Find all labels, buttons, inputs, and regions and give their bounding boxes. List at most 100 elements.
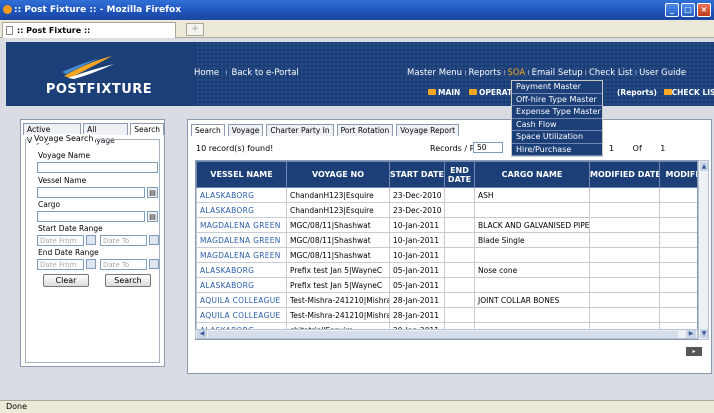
calendar-icon[interactable]: [149, 235, 159, 245]
close-button[interactable]: ×: [697, 3, 711, 17]
horizontal-scrollbar[interactable]: ◀ ▶: [195, 329, 698, 339]
table-cell[interactable]: ALASKABORG: [196, 202, 287, 218]
scroll-left-icon[interactable]: ◀: [197, 330, 207, 338]
nav-email-setup[interactable]: Email Setup: [532, 68, 583, 78]
scroll-thumb[interactable]: [208, 331, 678, 338]
table-cell[interactable]: MAGDALENA GREEN: [196, 232, 287, 248]
voyage-name-input[interactable]: [37, 162, 158, 173]
table-cell: [444, 202, 475, 218]
table-cell: [444, 262, 475, 278]
table-cell: [659, 187, 697, 203]
vessel-name-input[interactable]: [37, 187, 145, 198]
table-cell: [659, 232, 697, 248]
table-row[interactable]: MAGDALENA GREEN MGC/08/11|Shashwat 10-Jan-…: [196, 247, 697, 263]
cargo-lookup-icon[interactable]: ▤: [147, 211, 158, 222]
column-header[interactable]: START DATE: [389, 161, 445, 188]
table-cell[interactable]: ALASKABORG: [196, 187, 287, 203]
minimize-button[interactable]: _: [665, 3, 679, 17]
tab-charter-party-in[interactable]: Charter Party In: [266, 124, 334, 136]
page-total: Of 1: [632, 144, 666, 153]
records-per-page-select[interactable]: 50: [473, 142, 503, 153]
cargo-label: Cargo: [38, 200, 61, 209]
menu-item-cash-flow[interactable]: Cash Flow: [512, 119, 602, 131]
start-date-from-input[interactable]: Date From: [37, 235, 84, 246]
table-cell[interactable]: ALASKABORG: [196, 262, 287, 278]
table-cell: [444, 277, 475, 293]
calendar-icon[interactable]: [149, 259, 159, 269]
column-header[interactable]: MODIFIED: [659, 161, 697, 188]
table-row[interactable]: AQUILA COLLEAGUE Test-Mishra-241210|Mishr…: [196, 307, 697, 323]
calendar-icon[interactable]: [86, 235, 96, 245]
end-date-to-input[interactable]: Date To: [100, 259, 147, 270]
browser-tab[interactable]: :: Post Fixture ::: [2, 22, 176, 38]
new-tab-button[interactable]: +: [186, 23, 204, 36]
table-row[interactable]: AQUILA COLLEAGUE Test-Mishra-241210|Mishr…: [196, 292, 697, 308]
page-current: 1: [609, 144, 615, 153]
table-row[interactable]: ALASKABORG Prefix test Jan 5|WayneC 05-Jan…: [196, 262, 697, 278]
subnav-reports[interactable]: (Reports): [617, 88, 657, 97]
tab-port-rotation[interactable]: Port Rotation: [336, 124, 394, 136]
vertical-scrollbar[interactable]: ▲ ▼: [698, 160, 709, 340]
start-date-to-input[interactable]: Date To: [100, 235, 147, 246]
table-cell[interactable]: AQUILA COLLEAGUE: [196, 292, 287, 308]
tab-voyage[interactable]: Voyage: [227, 124, 264, 136]
table-cell: Prefix test Jan 5|WayneC: [286, 277, 390, 293]
maximize-button[interactable]: □: [681, 3, 695, 17]
table-cell[interactable]: AQUILA COLLEAGUE: [196, 307, 287, 323]
table-cell[interactable]: MAGDALENA GREEN: [196, 247, 287, 263]
column-header[interactable]: MODIFIED DATE: [589, 161, 660, 188]
nav-reports[interactable]: Reports: [468, 68, 501, 78]
firefox-icon: [3, 5, 12, 14]
menu-item-offhire-type-master[interactable]: Off-hire Type Master: [512, 94, 602, 106]
column-header[interactable]: VESSEL NAME: [196, 161, 287, 188]
subnav-operations[interactable]: OPERAT: [479, 88, 512, 97]
table-cell: [659, 217, 697, 233]
calendar-icon[interactable]: [86, 259, 96, 269]
table-row[interactable]: MAGDALENA GREEN MGC/08/11|Shashwat 10-Jan-…: [196, 217, 697, 233]
table-row[interactable]: ALASKABORG Prefix test Jan 5|WayneC 05-Jan…: [196, 277, 697, 293]
column-header[interactable]: VOYAGE NO: [286, 161, 390, 188]
menu-item-payment-master[interactable]: Payment Master: [512, 81, 602, 94]
table-cell: [444, 247, 475, 263]
table-cell: Blade Single: [474, 232, 590, 248]
table-cell: [659, 307, 697, 323]
nav-home[interactable]: Home: [194, 68, 219, 78]
subnav-main[interactable]: MAIN: [438, 88, 460, 97]
search-button[interactable]: Search: [105, 274, 151, 287]
menu-item-space-utilization[interactable]: Space Utilization: [512, 131, 602, 144]
table-row[interactable]: ALASKABORG ChandanH123|Esquire 23-Dec-2010…: [196, 187, 697, 203]
tab-voyage-report[interactable]: Voyage Report: [396, 124, 460, 136]
scroll-right-icon[interactable]: ▶: [686, 330, 696, 338]
column-header[interactable]: CARGO NAME: [474, 161, 590, 188]
table-cell: MGC/08/11|Shashwat: [286, 247, 390, 263]
nav-soa[interactable]: SOA: [507, 68, 525, 78]
end-date-from-input[interactable]: Date From: [37, 259, 84, 270]
clear-button[interactable]: Clear: [43, 274, 89, 287]
table-row[interactable]: MAGDALENA GREEN MGC/08/11|Shashwat 10-Jan-…: [196, 232, 697, 248]
menu-item-hire-purchase[interactable]: Hire/Purchase: [512, 144, 602, 156]
browser-tabstrip: :: Post Fixture :: +: [0, 20, 714, 38]
nav-master-menu[interactable]: Master Menu: [407, 68, 462, 78]
nav-back-eportal[interactable]: Back to e-Portal: [231, 68, 298, 78]
vessel-lookup-icon[interactable]: ▤: [147, 187, 158, 198]
table-cell: [444, 232, 475, 248]
nav-user-guide[interactable]: User Guide: [639, 68, 686, 78]
cargo-input[interactable]: [37, 211, 145, 222]
subnav-check-list[interactable]: CHECK LIST: [672, 88, 714, 97]
column-header[interactable]: END DATE: [444, 161, 475, 188]
scroll-down-icon[interactable]: ▼: [700, 329, 708, 338]
table-cell[interactable]: ALASKABORG: [196, 277, 287, 293]
tab-results-search[interactable]: Search: [191, 124, 225, 136]
table-cell: Nose cone: [474, 262, 590, 278]
tab-search[interactable]: Search: [130, 123, 164, 135]
menu-item-expense-type-master[interactable]: Expense Type Master: [512, 106, 602, 119]
scroll-up-icon[interactable]: ▲: [700, 162, 708, 171]
resize-handle-icon[interactable]: ▸: [686, 347, 702, 356]
nav-check-list[interactable]: Check List: [589, 68, 633, 78]
table-cell: [659, 292, 697, 308]
table-cell: 28-Jan-2011: [389, 307, 445, 323]
table-cell: [589, 292, 660, 308]
table-cell[interactable]: MAGDALENA GREEN: [196, 217, 287, 233]
table-row[interactable]: ALASKABORG ChandanH123|Esquire 23-Dec-2010: [196, 202, 697, 218]
table-cell: 28-Jan-2011: [389, 292, 445, 308]
